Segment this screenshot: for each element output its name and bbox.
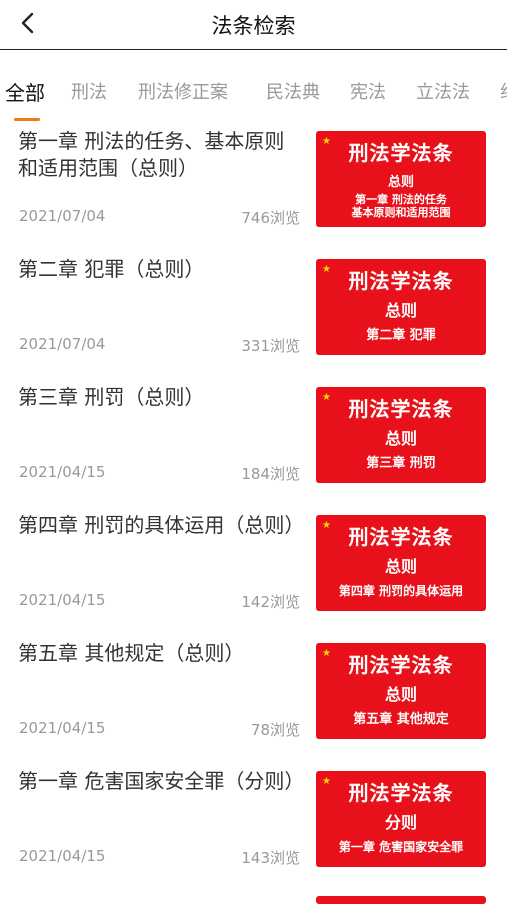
thumbnail-chapter: 第一章 刑法的任务 基本原则和适用范围 bbox=[351, 193, 451, 219]
item-thumbnail: ★ 刑法学法条 总则 第二章 犯罪 bbox=[316, 259, 486, 355]
thumbnail-chapter: 第三章 刑罚 bbox=[366, 456, 436, 471]
tab-constitution[interactable]: 宪法 bbox=[350, 78, 386, 104]
tab-legislation-law[interactable]: 立法法 bbox=[416, 78, 470, 104]
item-thumbnail: ★ 刑法学法条 分则 第一章 危害国家安全罪 bbox=[316, 771, 486, 867]
item-date: 2021/04/15 bbox=[19, 591, 106, 609]
tab-criminal-law-amendment[interactable]: 刑法修正案 bbox=[138, 78, 228, 104]
thumbnail-title: 刑法学法条 bbox=[348, 781, 454, 805]
item-title: 第二章 犯罪（总则） bbox=[18, 257, 205, 281]
item-views: 331浏览 bbox=[241, 337, 300, 355]
item-title: 第一章 刑法的任务、基本原则和适用范围（总则） bbox=[18, 129, 285, 180]
list-item[interactable]: 第一章 危害国家安全罪（分则） 2021/04/15 143浏览 ★ 刑法学法条… bbox=[0, 768, 507, 896]
thumbnail-subtitle: 分则 bbox=[384, 813, 417, 832]
list-item[interactable]: 第三章 刑罚（总则） 2021/04/15 184浏览 ★ 刑法学法条 总则 第… bbox=[0, 384, 507, 512]
item-date: 2021/04/15 bbox=[19, 719, 106, 737]
item-date: 2021/04/15 bbox=[19, 463, 106, 481]
thumbnail-title: 刑法学法条 bbox=[348, 397, 454, 421]
list-item[interactable]: 第五章 其他规定（总则） 2021/04/15 78浏览 ★ 刑法学法条 总则 … bbox=[0, 640, 507, 768]
thumbnail-subtitle: 总则 bbox=[387, 175, 414, 190]
item-views: 142浏览 bbox=[241, 593, 300, 611]
tab-more[interactable]: 组 bbox=[500, 78, 507, 104]
thumbnail-chapter: 第四章 刑罚的具体运用 bbox=[338, 584, 464, 598]
active-tab-indicator bbox=[14, 118, 40, 121]
thumbnail-chapter: 第五章 其他规定 bbox=[353, 712, 449, 727]
item-title: 第三章 刑罚（总则） bbox=[18, 385, 205, 409]
thumbnail-title: 刑法学法条 bbox=[348, 653, 454, 677]
top-bar: 法条检索 bbox=[0, 0, 507, 50]
item-date: 2021/04/15 bbox=[19, 847, 106, 865]
list-item[interactable]: 第四章 刑罚的具体运用（总则） 2021/04/15 142浏览 ★ 刑法学法条… bbox=[0, 512, 507, 640]
thumbnail-chapter: 第二章 犯罪 bbox=[366, 328, 436, 343]
item-thumbnail bbox=[316, 896, 486, 904]
category-tabs: 全部 刑法 刑法修正案 民法典 宪法 立法法 组 bbox=[0, 64, 507, 124]
item-thumbnail: ★ 刑法学法条 总则 第一章 刑法的任务 基本原则和适用范围 bbox=[316, 131, 486, 227]
item-title: 第五章 其他规定（总则） bbox=[18, 641, 245, 665]
thumbnail-subtitle: 总则 bbox=[384, 685, 417, 704]
tab-civil-code[interactable]: 民法典 bbox=[266, 78, 320, 104]
item-date: 2021/07/04 bbox=[19, 335, 106, 353]
thumbnail-title: 刑法学法条 bbox=[348, 141, 454, 165]
thumbnail-title: 刑法学法条 bbox=[348, 525, 454, 549]
tab-all[interactable]: 全部 bbox=[5, 77, 45, 106]
list-item-partial[interactable] bbox=[0, 896, 507, 904]
thumbnail-chapter: 第一章 危害国家安全罪 bbox=[338, 840, 464, 854]
item-views: 143浏览 bbox=[241, 849, 300, 867]
page-title: 法条检索 bbox=[211, 14, 296, 38]
item-thumbnail: ★ 刑法学法条 总则 第五章 其他规定 bbox=[316, 643, 486, 739]
item-thumbnail: ★ 刑法学法条 总则 第四章 刑罚的具体运用 bbox=[316, 515, 486, 611]
item-title: 第四章 刑罚的具体运用（总则） bbox=[18, 513, 305, 537]
list-item[interactable]: 第二章 犯罪（总则） 2021/07/04 331浏览 ★ 刑法学法条 总则 第… bbox=[0, 256, 507, 384]
thumbnail-title: 刑法学法条 bbox=[348, 269, 454, 293]
item-views: 746浏览 bbox=[241, 209, 300, 227]
item-thumbnail: ★ 刑法学法条 总则 第三章 刑罚 bbox=[316, 387, 486, 483]
item-title: 第一章 危害国家安全罪（分则） bbox=[18, 769, 305, 793]
list-item[interactable]: 第一章 刑法的任务、基本原则和适用范围（总则） 2021/07/04 746浏览… bbox=[0, 128, 507, 256]
tab-criminal-law[interactable]: 刑法 bbox=[71, 78, 107, 104]
thumbnail-subtitle: 总则 bbox=[384, 301, 417, 320]
thumbnail-subtitle: 总则 bbox=[384, 429, 417, 448]
item-views: 78浏览 bbox=[250, 721, 300, 739]
item-views: 184浏览 bbox=[241, 465, 300, 483]
item-date: 2021/07/04 bbox=[19, 207, 106, 225]
thumbnail-subtitle: 总则 bbox=[384, 557, 417, 576]
